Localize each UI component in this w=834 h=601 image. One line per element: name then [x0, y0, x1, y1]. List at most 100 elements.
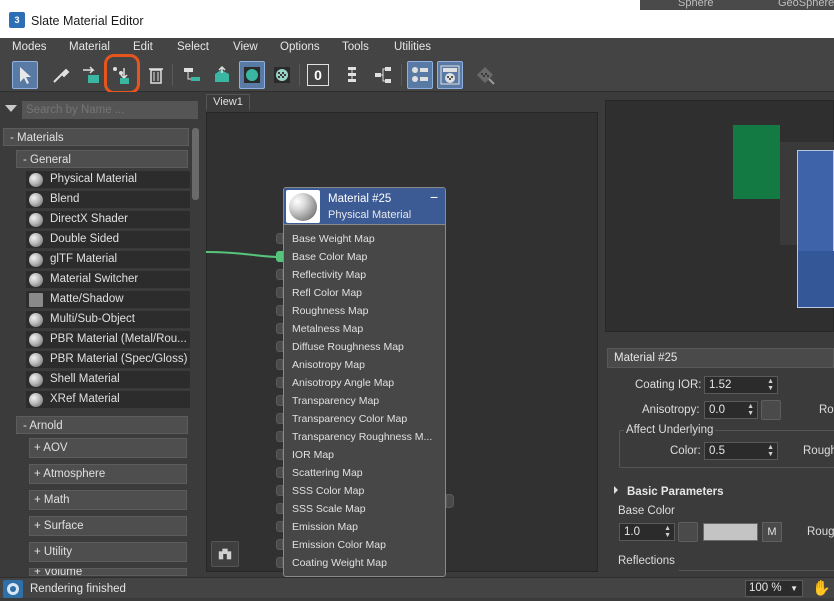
- tab-view1[interactable]: View1: [206, 94, 250, 110]
- base-color-spinner[interactable]: 1.0 ▲ ▼: [619, 523, 675, 541]
- browser-options-icon[interactable]: [5, 105, 17, 112]
- input-socket[interactable]: [276, 359, 283, 370]
- background-checker-icon[interactable]: [269, 61, 295, 89]
- slot-roughness-map[interactable]: Roughness Map: [292, 305, 368, 317]
- pan-hand-icon[interactable]: ✋: [812, 579, 831, 597]
- menu-tools[interactable]: Tools: [342, 41, 369, 53]
- color-spinner[interactable]: 0.5 ▲ ▼: [704, 442, 778, 460]
- slot-emission-color-map[interactable]: Emission Color Map: [292, 539, 386, 551]
- input-socket[interactable]: [276, 395, 283, 406]
- input-socket[interactable]: [276, 341, 283, 352]
- rollout-general[interactable]: - General: [16, 150, 188, 168]
- slot-coating-weight-map[interactable]: Coating Weight Map: [292, 557, 387, 569]
- menu-options[interactable]: Options: [280, 41, 320, 53]
- list-item-gltf-material[interactable]: glTF Material: [26, 251, 190, 269]
- input-socket[interactable]: [276, 485, 283, 496]
- pick-material-icon[interactable]: [78, 61, 104, 89]
- rollout-atmosphere[interactable]: + Atmosphere: [29, 464, 187, 484]
- list-item-pbr-spec-gloss[interactable]: PBR Material (Spec/Gloss): [26, 351, 190, 369]
- list-item-double-sided[interactable]: Double Sided: [26, 231, 190, 249]
- slot-reflectivity-map[interactable]: Reflectivity Map: [292, 269, 366, 281]
- node-header[interactable]: Material #25 Physical Material −: [284, 188, 445, 225]
- base-color-swatch[interactable]: [703, 523, 758, 541]
- slot-refl-color-map[interactable]: Refl Color Map: [292, 287, 362, 299]
- material-node[interactable]: Material #25 Physical Material − Base We…: [283, 187, 446, 577]
- input-socket-connected[interactable]: [276, 251, 283, 262]
- list-item-directx-shader[interactable]: DirectX Shader: [26, 211, 190, 229]
- rollout-materials[interactable]: - Materials: [3, 128, 189, 146]
- slot-anisotropy-angle-map[interactable]: Anisotropy Angle Map: [292, 377, 394, 389]
- input-socket[interactable]: [276, 557, 283, 568]
- show-map-icon[interactable]: [407, 61, 433, 89]
- slot-transparency-map[interactable]: Transparency Map: [292, 395, 379, 407]
- list-item-material-switcher[interactable]: Material Switcher: [26, 271, 190, 289]
- delete-icon[interactable]: [143, 61, 169, 89]
- list-item-blend[interactable]: Blend: [26, 191, 190, 209]
- slot-emission-map[interactable]: Emission Map: [292, 521, 358, 533]
- spinner-arrows-icon[interactable]: ▲ ▼: [664, 525, 671, 539]
- spinner-arrows-icon[interactable]: ▲ ▼: [747, 403, 754, 417]
- rollout-volume[interactable]: + Volume: [29, 568, 187, 576]
- slot-base-weight-map[interactable]: Base Weight Map: [292, 233, 375, 245]
- material-id-icon[interactable]: 0: [305, 61, 331, 89]
- layout-children-icon[interactable]: [370, 61, 396, 89]
- rollout-math[interactable]: + Math: [29, 490, 187, 510]
- menu-modes[interactable]: Modes: [12, 41, 47, 53]
- input-socket[interactable]: [276, 521, 283, 532]
- show-in-viewport-icon[interactable]: [239, 61, 265, 89]
- list-item-shell-material[interactable]: Shell Material: [26, 371, 190, 389]
- output-socket[interactable]: [446, 494, 454, 508]
- slot-scattering-map[interactable]: Scattering Map: [292, 467, 363, 479]
- slot-anisotropy-map[interactable]: Anisotropy Map: [292, 359, 365, 371]
- collapse-icon[interactable]: −: [430, 189, 438, 205]
- slot-transparency-color-map[interactable]: Transparency Color Map: [292, 413, 407, 425]
- list-item-physical-material[interactable]: Physical Material: [26, 171, 190, 189]
- list-item-xref-material[interactable]: XRef Material: [26, 391, 190, 409]
- select-arrow-icon[interactable]: [12, 61, 38, 89]
- slot-ior-map[interactable]: IOR Map: [292, 449, 334, 461]
- input-socket[interactable]: [276, 233, 283, 244]
- input-socket[interactable]: [276, 539, 283, 550]
- slot-transparency-roughness-map[interactable]: Transparency Roughness M...: [292, 431, 432, 443]
- input-socket[interactable]: [276, 503, 283, 514]
- show-background-icon[interactable]: [437, 61, 463, 89]
- slot-metalness-map[interactable]: Metalness Map: [292, 323, 363, 335]
- base-color-map-button[interactable]: [678, 522, 698, 542]
- input-socket[interactable]: [276, 269, 283, 280]
- anisotropy-spinner[interactable]: 0.0 ▲ ▼: [704, 401, 758, 419]
- input-socket[interactable]: [276, 467, 283, 478]
- rollout-arnold[interactable]: - Arnold: [16, 416, 188, 434]
- eyedropper-icon[interactable]: [48, 61, 74, 89]
- base-color-m-button[interactable]: M: [762, 522, 782, 542]
- menu-utilities[interactable]: Utilities: [394, 41, 431, 53]
- list-item-pbr-metal-rough[interactable]: PBR Material (Metal/Rou...: [26, 331, 190, 349]
- list-item-multi-sub-object[interactable]: Multi/Sub-Object: [26, 311, 190, 329]
- navigator-icon[interactable]: [211, 541, 239, 567]
- menu-edit[interactable]: Edit: [133, 41, 153, 53]
- input-socket[interactable]: [276, 449, 283, 460]
- tab-sphere[interactable]: Sphere: [678, 0, 713, 9]
- rollout-aov[interactable]: + AOV: [29, 438, 187, 458]
- chevron-down-icon[interactable]: ▼: [790, 581, 798, 596]
- slot-sss-color-map[interactable]: SSS Color Map: [292, 485, 364, 497]
- rollout-utility[interactable]: + Utility: [29, 542, 187, 562]
- input-socket[interactable]: [276, 287, 283, 298]
- spinner-arrows-icon[interactable]: ▲ ▼: [767, 378, 774, 392]
- input-socket[interactable]: [276, 305, 283, 316]
- input-socket[interactable]: [276, 431, 283, 442]
- layout-all-icon[interactable]: [340, 61, 366, 89]
- search-input[interactable]: [22, 101, 198, 119]
- coating-ior-spinner[interactable]: 1.52 ▲ ▼: [704, 376, 778, 394]
- menu-select[interactable]: Select: [177, 41, 209, 53]
- browser-scrollbar-thumb[interactable]: [192, 128, 199, 200]
- list-item-matte-shadow[interactable]: Matte/Shadow: [26, 291, 190, 309]
- input-socket[interactable]: [276, 323, 283, 334]
- slot-diffuse-roughness-map[interactable]: Diffuse Roughness Map: [292, 341, 404, 353]
- show-end-result-icon[interactable]: [472, 61, 498, 89]
- zoom-dropdown[interactable]: 100 % ▼: [745, 580, 803, 597]
- slot-base-color-map[interactable]: Base Color Map: [292, 251, 367, 263]
- input-socket[interactable]: [276, 413, 283, 424]
- hide-unused-icon[interactable]: [209, 61, 235, 89]
- move-children-icon[interactable]: [179, 61, 205, 89]
- anisotropy-map-button[interactable]: [761, 400, 781, 420]
